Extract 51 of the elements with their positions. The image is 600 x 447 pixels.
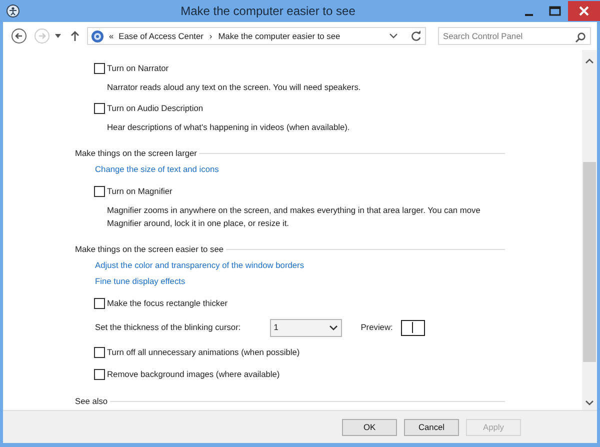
scroll-thumb[interactable] [583,162,596,362]
dropdown-arrow-icon[interactable] [54,33,62,39]
scrollbar[interactable] [582,50,597,410]
checkbox-label[interactable]: Turn off all unnecessary animations (when possible) [107,346,300,358]
scroll-down-icon[interactable] [585,400,594,406]
search-icon [575,32,586,43]
checkbox-label[interactable]: Turn on Narrator [107,62,169,74]
preview-label: Preview: [360,321,393,334]
address-bar[interactable]: « Ease of Access Center › Make the computer easier to see [87,27,426,45]
breadcrumb-item[interactable]: Ease of Access Center [118,30,204,42]
checkbox[interactable] [94,102,105,114]
close-button[interactable] [568,1,600,21]
cursor-thickness-dropdown[interactable]: 1 [270,318,342,336]
checkbox[interactable] [94,186,105,196]
dropdown-chevron-icon[interactable] [389,33,398,39]
checkbox-label[interactable]: Make the focus rectangle thicker [107,296,228,310]
control-panel-icon [91,30,104,42]
chevron-icon [328,324,338,330]
description-text: Magnifier zooms in anywhere on the screen, and makes everything in that area larger. You can move Magnifier around, lock it in one place, or resize it. [106,204,482,230]
checkbox-label[interactable]: Turn on Audio Description [107,102,204,114]
maximize-icon [549,6,561,16]
app-icon[interactable] [6,4,20,18]
checkbox[interactable] [94,298,105,308]
link[interactable]: Adjust the color and transparency of the window borders [95,260,304,270]
checkbox-label[interactable]: Turn on Magnifier [107,184,172,198]
refresh-icon[interactable] [410,30,422,42]
close-icon [579,6,589,16]
checkbox[interactable] [94,62,105,74]
section-heading: Make things on the screen larger [75,146,197,160]
breadcrumb-separator: › [209,30,212,42]
checkbox-label[interactable]: Remove background images (where available) [107,368,280,380]
description-text: Hear descriptions of what's happening in videos (when available). [106,121,351,134]
search-field[interactable]: Search Control Panel [438,27,591,45]
section-heading: Make things on the screen easier to see [75,242,224,256]
checkbox[interactable] [94,346,105,358]
dialog-button[interactable]: Cancel [404,418,459,436]
description-text: Narrator reads aloud any text on the screen. You will need speakers. [106,81,362,94]
up-arrow-icon[interactable] [70,30,80,42]
overflow-chevrons[interactable]: « [109,30,114,42]
breadcrumb-item[interactable]: Make the computer easier to see [218,30,340,42]
back-button[interactable] [11,28,27,44]
link[interactable]: Change the size of text and icons [95,164,219,174]
checkbox[interactable] [94,368,105,380]
dialog-button[interactable]: OK [342,418,397,436]
cursor-preview [400,320,425,336]
section-heading: See also [75,394,108,408]
scroll-up-icon[interactable] [585,58,594,64]
link[interactable]: Fine tune display effects [95,276,186,286]
minimize-icon [525,14,533,16]
cursor-thickness-label: Set the thickness of the blinking cursor: [95,321,241,334]
window-title: Make the computer easier to see [180,3,356,20]
